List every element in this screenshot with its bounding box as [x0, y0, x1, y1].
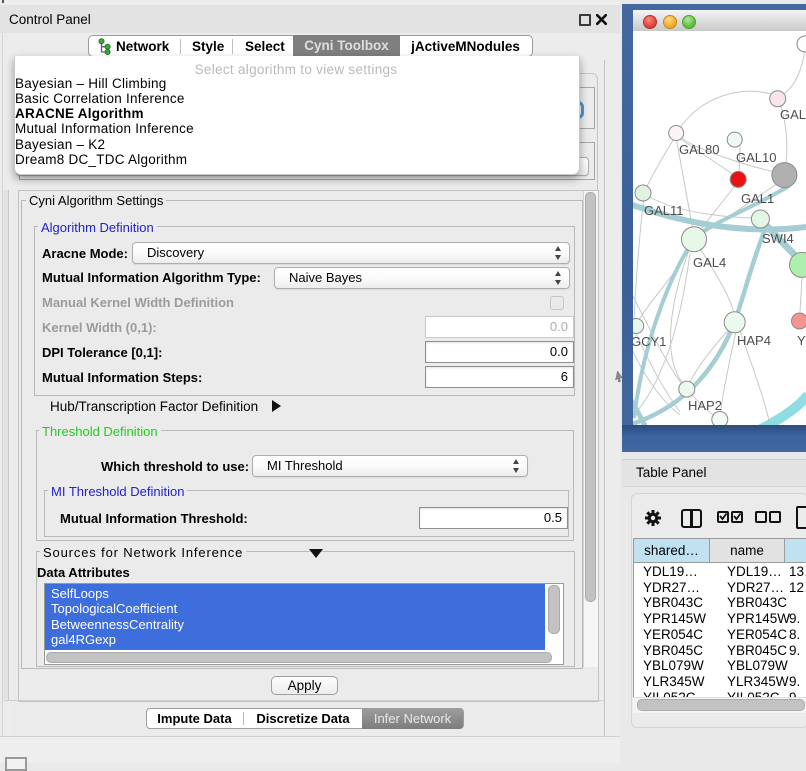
svg-text:GAL: GAL — [780, 107, 806, 122]
svg-text:GAL1: GAL1 — [741, 191, 774, 206]
svg-text:GAL10: GAL10 — [736, 150, 776, 165]
svg-text:GCY1: GCY1 — [633, 334, 666, 349]
svg-text:HAP2: HAP2 — [688, 398, 722, 413]
svg-text:GAL4: GAL4 — [693, 255, 726, 270]
svg-text:GAL11: GAL11 — [644, 203, 684, 218]
svg-text:Y: Y — [797, 333, 806, 348]
svg-text:SWI4: SWI4 — [762, 231, 794, 246]
svg-text:GAL80: GAL80 — [679, 142, 719, 157]
svg-text:HAP4: HAP4 — [737, 333, 771, 348]
